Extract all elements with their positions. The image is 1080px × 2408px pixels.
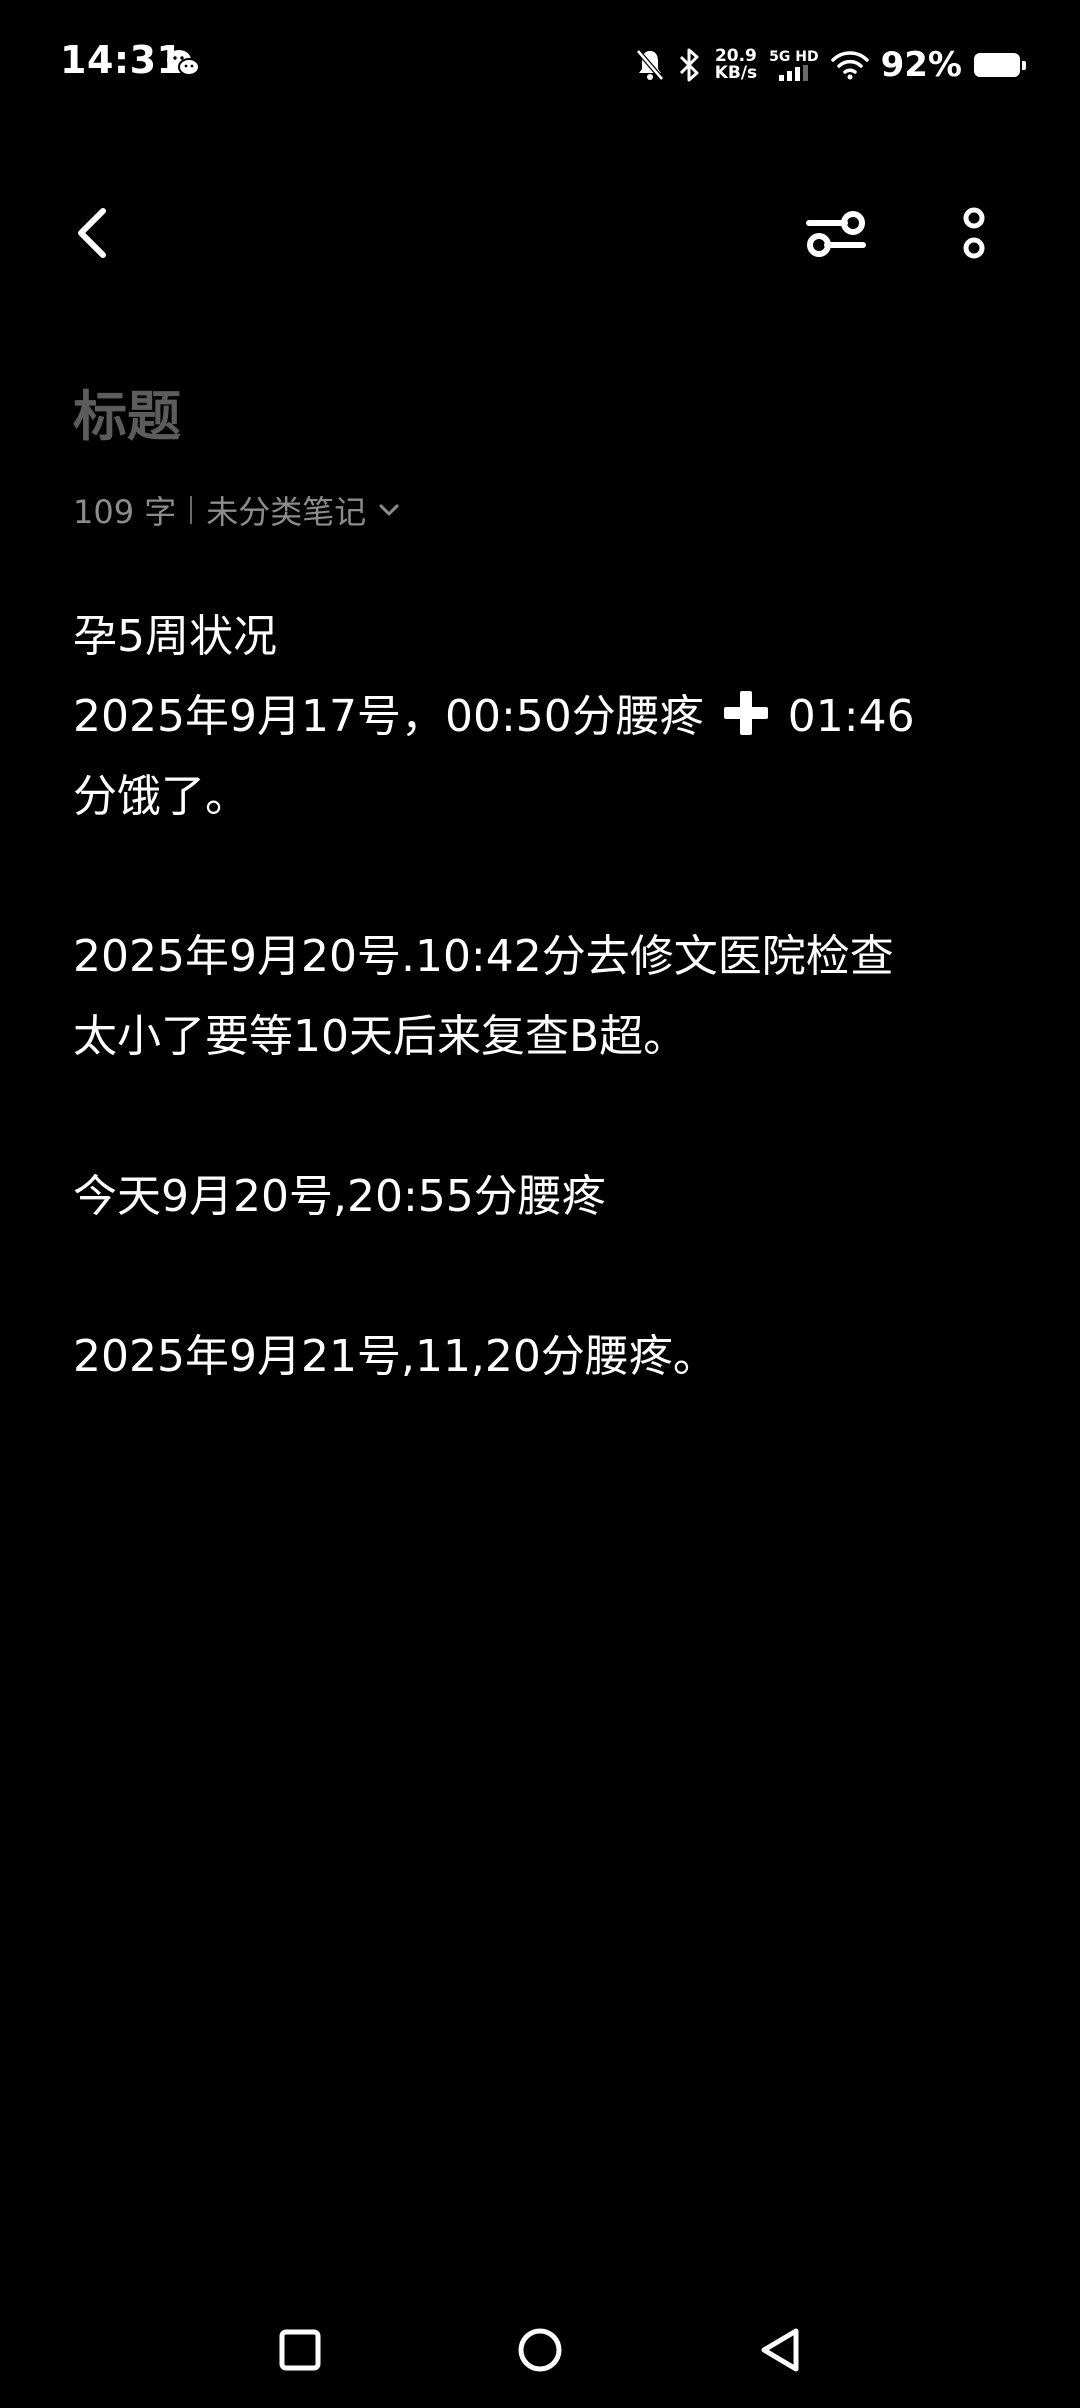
back-triangle-icon: [761, 2328, 799, 2372]
home-button[interactable]: [502, 2312, 578, 2388]
filter-settings-icon: [806, 211, 866, 257]
more-options-button[interactable]: [944, 198, 1004, 270]
mute-bell-icon: [635, 49, 664, 81]
home-icon: [518, 2328, 562, 2372]
filter-settings-button[interactable]: [800, 198, 872, 270]
status-indicators: 20.9 KB/s 5G HD 92%: [635, 40, 1026, 90]
note-line-text: 01:46: [787, 691, 915, 742]
recent-apps-button[interactable]: [262, 2312, 338, 2388]
note-body-editor[interactable]: 孕5周状况 2025年9月17号，00:50分腰疼 01:46 分饿了。 202…: [73, 597, 973, 1397]
battery-icon: [974, 53, 1026, 77]
more-vertical-icon: [963, 207, 985, 259]
network-speed-unit: KB/s: [714, 63, 758, 83]
back-button[interactable]: [62, 200, 122, 266]
plus-emoji-icon: [720, 677, 772, 757]
wechat-icon: [167, 50, 200, 76]
note-line-text: 2025年9月17号，00:50分腰疼: [73, 691, 704, 742]
recent-apps-icon: [279, 2329, 321, 2371]
signal-icon: [778, 64, 808, 81]
category-selector[interactable]: 未分类笔记: [206, 487, 400, 533]
bluetooth-icon: [679, 48, 699, 82]
battery-percent: 92%: [880, 45, 962, 85]
network-type: 5G HD: [769, 48, 819, 81]
chevron-left-icon: [78, 208, 106, 258]
network-speed: 20.9 KB/s: [715, 48, 757, 82]
note-line: 2025年9月20号.10:42分去修文医院检查: [73, 931, 894, 982]
note-line: 2025年9月21号,11,20分腰疼。: [73, 1331, 717, 1382]
status-bar: 14:31 20.9 KB/s 5G HD 92%: [0, 0, 1080, 130]
note-title-input[interactable]: 标题: [73, 372, 181, 451]
navigation-bar: [0, 2300, 1080, 2400]
network-type-label: 5G HD: [769, 48, 819, 65]
meta-divider: [190, 496, 193, 524]
note-line: 分饿了。: [73, 771, 249, 822]
note-meta: 109 字 未分类笔记: [73, 488, 400, 532]
note-line: 太小了要等10天后来复查B超。: [73, 1011, 688, 1062]
note-line: 今天9月20号,20:55分腰疼: [73, 1171, 606, 1222]
category-label: 未分类笔记: [206, 493, 367, 531]
chevron-down-icon: [379, 504, 399, 516]
char-count: 109 字: [73, 493, 177, 531]
status-time: 14:31: [60, 38, 184, 82]
wifi-icon: [830, 51, 869, 80]
nav-back-button[interactable]: [742, 2312, 818, 2388]
note-line: 孕5周状况: [73, 611, 277, 662]
note-line: 2025年9月17号，00:50分腰疼 01:46: [73, 677, 973, 757]
